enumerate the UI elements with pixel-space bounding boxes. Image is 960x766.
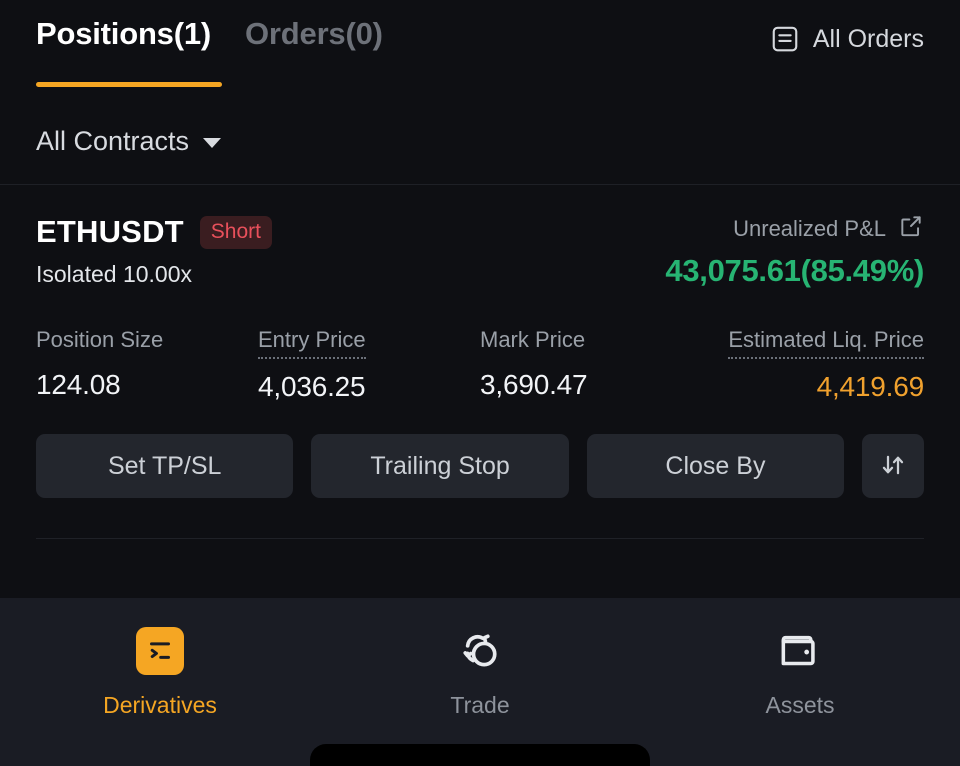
all-orders-label: All Orders bbox=[812, 25, 924, 53]
metric-value: 3,690.47 bbox=[480, 369, 588, 400]
metric-label[interactable]: Estimated Liq. Price bbox=[728, 326, 924, 359]
unrealized-pnl-label-row: Unrealized P&L bbox=[733, 213, 924, 244]
wallet-icon bbox=[775, 625, 825, 677]
top-tab-bar: Positions(1) Orders(0) All Orders bbox=[0, 0, 960, 97]
external-link-icon[interactable] bbox=[898, 213, 924, 244]
nav-item-assets[interactable]: Assets bbox=[640, 625, 960, 719]
position-action-bar: Set TP/SL Trailing Stop Close By bbox=[36, 434, 924, 498]
set-tpsl-button[interactable]: Set TP/SL bbox=[36, 434, 294, 498]
position-card-header: ETHUSDT Short Isolated 10.00x Unrealized… bbox=[36, 213, 924, 290]
close-by-button[interactable]: Close By bbox=[586, 434, 845, 498]
nav-item-trade[interactable]: Trade bbox=[320, 625, 640, 719]
nav-label: Derivatives bbox=[103, 692, 217, 718]
reverse-position-button[interactable] bbox=[862, 434, 924, 498]
nav-item-derivatives[interactable]: Derivatives bbox=[0, 625, 320, 719]
metric-label[interactable]: Entry Price bbox=[258, 326, 366, 359]
trailing-stop-button[interactable]: Trailing Stop bbox=[311, 434, 569, 498]
position-card: ETHUSDT Short Isolated 10.00x Unrealized… bbox=[0, 185, 960, 598]
trading-positions-screen: Positions(1) Orders(0) All Orders All Co… bbox=[0, 0, 960, 766]
tab-positions[interactable]: Positions(1) bbox=[36, 14, 211, 60]
position-symbol[interactable]: ETHUSDT bbox=[36, 213, 184, 251]
chevron-down-icon bbox=[203, 137, 222, 148]
metric-entry-price: Entry Price 4,036.25 bbox=[258, 326, 480, 404]
active-tab-indicator bbox=[36, 82, 222, 87]
list-document-icon bbox=[770, 24, 800, 54]
all-contracts-label: All Contracts bbox=[36, 125, 190, 156]
unrealized-pnl-block: Unrealized P&L 43,075.61(85.49%) bbox=[665, 213, 924, 290]
nav-label: Assets bbox=[765, 692, 835, 718]
position-metrics: Position Size 124.08 Entry Price 4,036.2… bbox=[36, 326, 924, 404]
metric-label: Mark Price bbox=[480, 327, 586, 352]
bottom-navigation: Derivatives Trade Assets bbox=[0, 598, 960, 766]
metric-estimated-liq-price: Estimated Liq. Price 4,419.69 bbox=[702, 326, 924, 404]
metric-label: Position Size bbox=[36, 327, 164, 352]
unrealized-pnl-label: Unrealized P&L bbox=[733, 215, 886, 241]
margin-mode-leverage[interactable]: Isolated 10.00x bbox=[36, 260, 272, 288]
position-side-badge: Short bbox=[199, 215, 272, 249]
metric-mark-price: Mark Price 3,690.47 bbox=[480, 326, 702, 404]
swap-circles-icon bbox=[454, 625, 506, 677]
symbol-line: ETHUSDT Short bbox=[36, 213, 272, 251]
metric-value: 4,036.25 bbox=[258, 371, 366, 402]
metric-value: 4,419.69 bbox=[816, 371, 925, 402]
contract-filter-bar: All Contracts bbox=[0, 97, 960, 185]
all-orders-button[interactable]: All Orders bbox=[770, 14, 924, 54]
symbol-block: ETHUSDT Short Isolated 10.00x bbox=[36, 213, 272, 288]
tab-list: Positions(1) Orders(0) bbox=[36, 14, 383, 60]
home-indicator bbox=[310, 744, 650, 766]
metric-position-size: Position Size 124.08 bbox=[36, 326, 258, 404]
card-divider bbox=[36, 538, 924, 539]
unrealized-pnl-value: 43,075.61(85.49%) bbox=[665, 253, 924, 288]
metric-value: 124.08 bbox=[36, 369, 121, 400]
derivatives-icon bbox=[136, 625, 184, 677]
tab-orders[interactable]: Orders(0) bbox=[245, 14, 383, 60]
nav-label: Trade bbox=[450, 692, 510, 718]
all-contracts-dropdown[interactable]: All Contracts bbox=[36, 125, 222, 157]
arrows-up-down-icon bbox=[878, 450, 908, 483]
